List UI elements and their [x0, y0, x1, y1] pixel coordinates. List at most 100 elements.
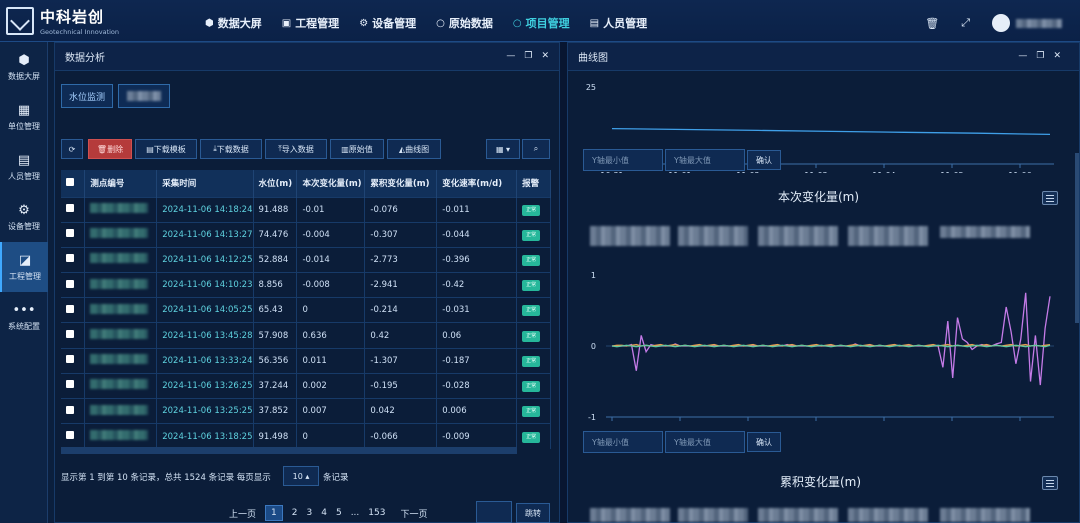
- panel-title: 数据分析: [65, 53, 105, 64]
- jump-page-input[interactable]: [476, 501, 512, 523]
- table-header-row: 测点编号 采集时间 水位(m) 本次变化量(m) 累积变化量(m) 变化速率(m…: [61, 170, 551, 197]
- page-153[interactable]: 153: [368, 508, 385, 518]
- delta-value: 0: [296, 423, 366, 449]
- jump-button[interactable]: 跳转: [516, 503, 550, 523]
- y-tick-label: 1: [591, 271, 596, 280]
- window-controls: — ❐ ✕: [1009, 51, 1061, 61]
- collect-time: 2024-11-06 13:25:25: [156, 397, 254, 424]
- nav-item-item-management[interactable]: ○ 项目管理: [513, 12, 570, 34]
- col-cumulative[interactable]: 累积变化量(m): [364, 170, 438, 197]
- confirm-button-2[interactable]: 确认: [747, 432, 781, 452]
- download-data-button[interactable]: ⤓ 下载数据: [200, 139, 262, 159]
- chart-legend-redacted[interactable]: [590, 224, 1030, 246]
- panel-header: 曲线图 — ❐ ✕: [568, 43, 1079, 71]
- horizontal-scrollbar[interactable]: [61, 447, 517, 454]
- col-rate[interactable]: 变化速率(m/d): [436, 170, 518, 197]
- page-size-select[interactable]: 10 ▴: [283, 466, 319, 486]
- table-row[interactable]: 2024-11-06 13:33:24 56.356 0.011 -1.307 -0.1…: [61, 347, 551, 374]
- page-2[interactable]: 2: [292, 508, 298, 518]
- panel-header: 数据分析 — ❐ ✕: [55, 43, 559, 71]
- x-tick-label: 11-02: [736, 424, 759, 425]
- sidebar-item-dashboard[interactable]: ⬢ 数据大屏: [0, 42, 48, 92]
- sidebar-item-settings[interactable]: ••• 系统配置: [0, 292, 48, 342]
- table-row[interactable]: 2024-11-06 14:13:27 74.476 -0.004 -0.307 -0.…: [61, 221, 551, 248]
- confirm-button-1[interactable]: 确认: [747, 150, 781, 170]
- chart-legend-redacted[interactable]: [590, 506, 1030, 523]
- trash-icon[interactable]: 🗑: [925, 17, 939, 30]
- table-row[interactable]: 2024-11-06 14:10:23 8.856 -0.008 -2.941 -0.4…: [61, 272, 551, 298]
- page-4[interactable]: 4: [321, 508, 327, 518]
- nav-item-device[interactable]: ⚙ 设备管理: [359, 12, 416, 34]
- sidebar-item-personnel[interactable]: ▤ 人员管理: [0, 142, 48, 192]
- chart-menu-icon[interactable]: [1042, 476, 1058, 490]
- columns-toggle-button[interactable]: ▦ ▾: [486, 139, 520, 159]
- tab-water-level[interactable]: 水位监测: [61, 84, 113, 108]
- table-row[interactable]: 2024-11-06 13:26:25 37.244 0.002 -0.195 -0.0…: [61, 372, 551, 399]
- delete-button[interactable]: 🗑 删除: [88, 139, 132, 159]
- minimize-icon[interactable]: —: [506, 51, 515, 61]
- nav-item-raw-data[interactable]: ○ 原始数据: [436, 12, 493, 34]
- row-checkbox[interactable]: [61, 272, 86, 298]
- minimize-icon[interactable]: —: [1018, 51, 1027, 61]
- panel-divider[interactable]: [560, 42, 567, 523]
- y-max-input-2[interactable]: Y轴最大值: [665, 431, 745, 453]
- table-row[interactable]: 2024-11-06 14:12:25 52.884 -0.014 -2.773 -0.…: [61, 246, 551, 273]
- maximize-icon[interactable]: ❐: [1036, 51, 1044, 61]
- close-icon[interactable]: ✕: [1053, 51, 1061, 61]
- row-checkbox[interactable]: [61, 372, 86, 399]
- col-collect-time[interactable]: 采集时间: [156, 170, 254, 197]
- curve-chart-button[interactable]: ◭ 曲线图: [387, 139, 441, 159]
- fullscreen-icon[interactable]: ⤢: [961, 16, 970, 30]
- row-checkbox[interactable]: [61, 246, 86, 273]
- y-min-input-2[interactable]: Y轴最小值: [583, 431, 663, 453]
- y-min-input-1[interactable]: Y轴最小值: [583, 149, 663, 171]
- brand-name: 中科岩创: [40, 8, 105, 26]
- sidebar-item-units[interactable]: ▦ 单位管理: [0, 92, 48, 142]
- table-row[interactable]: 2024-11-06 13:45:28 57.908 0.636 0.42 0.06 正常: [61, 322, 551, 349]
- select-all-checkbox[interactable]: [61, 170, 86, 197]
- row-checkbox[interactable]: [61, 347, 86, 374]
- close-icon[interactable]: ✕: [541, 51, 549, 61]
- refresh-button[interactable]: ⟳: [61, 139, 83, 159]
- page-3[interactable]: 3: [306, 508, 312, 518]
- col-water-level[interactable]: 水位(m): [253, 170, 298, 197]
- sidebar-item-projects[interactable]: ◪ 工程管理: [0, 242, 48, 292]
- row-checkbox[interactable]: [61, 397, 86, 424]
- raw-value-button[interactable]: ▥ 原始值: [330, 139, 384, 159]
- rate-value: -0.031: [436, 297, 518, 323]
- row-checkbox[interactable]: [61, 322, 86, 349]
- nav-item-dashboard[interactable]: ⬢ 数据大屏: [205, 12, 262, 34]
- download-template-button[interactable]: ▤ 下载模板: [135, 139, 197, 159]
- search-button[interactable]: ⌕: [522, 139, 550, 159]
- import-data-button[interactable]: ⤒ 导入数据: [265, 139, 327, 159]
- brand-logo[interactable]: 中科岩创 Geotechnical Innovation: [6, 4, 186, 38]
- maximize-icon[interactable]: ❐: [524, 51, 532, 61]
- tab-redacted[interactable]: [118, 84, 170, 108]
- row-checkbox[interactable]: [61, 221, 86, 248]
- collect-time: 2024-11-06 13:26:25: [156, 372, 254, 399]
- nav-item-project[interactable]: ▣ 工程管理: [282, 12, 339, 34]
- chart-menu-icon[interactable]: [1042, 191, 1058, 205]
- user-doc-icon: ▤: [17, 152, 31, 168]
- next-page-link[interactable]: 下一页: [400, 507, 427, 520]
- nav-item-personnel[interactable]: ▤ 人员管理: [590, 12, 647, 34]
- table-row[interactable]: 2024-11-06 14:05:25 65.43 0 -0.214 -0.031 正常: [61, 297, 551, 323]
- col-alarm[interactable]: 报警: [516, 170, 551, 197]
- col-delta[interactable]: 本次变化量(m): [296, 170, 366, 197]
- row-checkbox[interactable]: [61, 423, 86, 449]
- table-row[interactable]: 2024-11-06 14:18:24 91.488 -0.01 -0.076 -0.0…: [61, 196, 551, 223]
- table-row[interactable]: 2024-11-06 13:25:25 37.852 0.007 0.042 0.006…: [61, 397, 551, 424]
- page-5[interactable]: 5: [336, 508, 342, 518]
- col-point-id[interactable]: 测点编号: [84, 170, 158, 197]
- x-tick-label: 11-03: [804, 171, 827, 173]
- y-max-input-1[interactable]: Y轴最大值: [665, 149, 745, 171]
- page-1[interactable]: 1: [265, 505, 283, 521]
- row-checkbox[interactable]: [61, 196, 86, 223]
- table-row[interactable]: 2024-11-06 13:18:25 91.498 0 -0.066 -0.009 正常: [61, 423, 551, 449]
- sidebar-item-devices[interactable]: ⚙ 设备管理: [0, 192, 48, 242]
- username-redacted[interactable]: [1016, 18, 1062, 28]
- prev-page-link[interactable]: 上一页: [229, 507, 256, 520]
- row-checkbox[interactable]: [61, 297, 86, 323]
- vertical-scrollbar[interactable]: [1075, 153, 1079, 323]
- avatar[interactable]: [992, 14, 1010, 32]
